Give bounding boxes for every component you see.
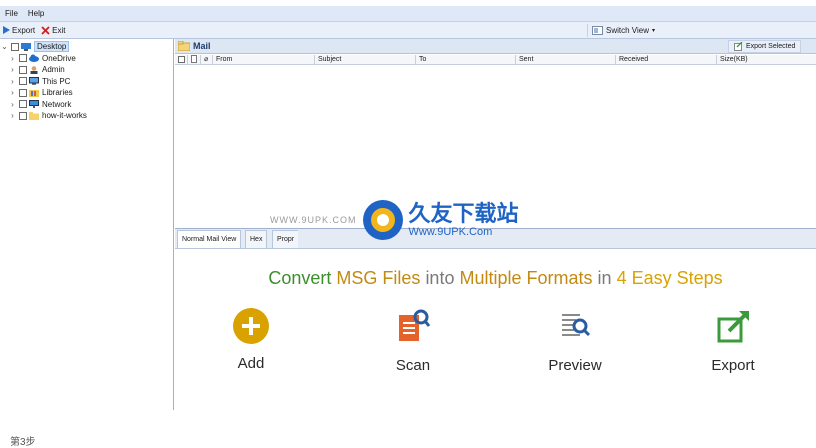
document-icon	[191, 55, 197, 63]
chevron-right-icon[interactable]: ›	[8, 111, 17, 120]
tree-item-label: how-it-works	[42, 111, 87, 120]
attachment-column[interactable]: ⌀	[200, 55, 212, 65]
step-scan: Scan	[353, 307, 473, 374]
tree-item-checkbox[interactable]	[19, 100, 27, 108]
watermark: WWW.9UPK.COM 久友下载站 Www.9UPK.Com	[270, 190, 570, 250]
column-received[interactable]: Received	[615, 55, 716, 65]
chevron-down-icon[interactable]: ⌄	[0, 42, 9, 51]
switch-view-button[interactable]: Switch View ▾	[587, 24, 659, 37]
add-icon	[233, 308, 269, 344]
preview-area: Normal Mail View Hex Propr Convert MSG F…	[175, 228, 816, 410]
step-preview: Preview	[515, 307, 635, 374]
app-window: File Help Export Exit Switch View ▾ ⌄ Des…	[0, 0, 816, 410]
watermark-site: WWW.9UPK.COM	[270, 215, 357, 225]
tab-hex[interactable]: Hex	[245, 230, 268, 248]
tree-item-onedrive[interactable]: › OneDrive	[8, 53, 76, 64]
caption: 第3步	[10, 437, 36, 448]
folder-tree-pane: ⌄ Desktop › OneDrive › Admin › This PC › Librarie…	[0, 39, 174, 410]
tree-item-label: Libraries	[42, 88, 73, 97]
watermark-text-block: 久友下载站 Www.9UPK.Com	[408, 201, 519, 239]
step-add-label: Add	[237, 355, 265, 372]
export-selected-icon	[734, 42, 743, 51]
headline-easy-steps: 4 Easy Steps	[616, 268, 723, 288]
chevron-right-icon[interactable]: ›	[8, 65, 17, 74]
column-sent[interactable]: Sent	[515, 55, 615, 65]
step-export: Export	[673, 307, 793, 374]
toolbar: Export Exit Switch View ▾	[0, 22, 816, 39]
paperclip-icon: ⌀	[204, 56, 209, 63]
tree-item-this-pc[interactable]: › This PC	[8, 76, 70, 87]
export-selected-label: Export Selected	[746, 43, 796, 50]
tree-item-label: Admin	[42, 65, 65, 74]
headline-in: in	[597, 268, 612, 288]
tree-item-checkbox[interactable]	[11, 42, 19, 51]
mail-column-header: ⌀ From Subject To Sent Received Size(KB)	[175, 55, 816, 65]
export-selected-button[interactable]: Export Selected	[728, 40, 802, 53]
headline-multiple-formats: Multiple Formats	[459, 268, 593, 288]
export-icon	[717, 311, 749, 343]
chevron-right-icon[interactable]: ›	[8, 88, 17, 97]
chevron-right-icon[interactable]: ›	[8, 77, 17, 86]
desktop-icon	[21, 42, 31, 51]
headline-into: into	[425, 268, 455, 288]
tree-item-desktop[interactable]: ⌄ Desktop	[0, 41, 70, 52]
mail-title: Mail	[193, 41, 211, 51]
select-all-checkbox[interactable]	[178, 56, 185, 63]
select-all-column[interactable]	[175, 55, 187, 65]
column-subject[interactable]: Subject	[314, 55, 415, 65]
preview-icon	[562, 314, 591, 337]
chevron-down-icon: ▾	[651, 28, 655, 34]
tree-item-libraries[interactable]: › Libraries	[8, 87, 73, 98]
headline-msg-files: MSG Files	[336, 268, 421, 288]
menu-bar: File Help	[0, 6, 816, 22]
tree-item-checkbox[interactable]	[19, 65, 27, 74]
menu-help[interactable]: Help	[23, 9, 49, 18]
tree-item-checkbox[interactable]	[19, 111, 27, 120]
headline-convert: Convert	[268, 268, 332, 288]
export-button-label: Export	[12, 25, 36, 35]
switch-view-icon	[592, 26, 603, 35]
exit-button[interactable]: Exit	[38, 26, 68, 35]
tree-item-label: OneDrive	[42, 53, 76, 63]
step-export-label: Export	[711, 357, 755, 374]
exit-button-label: Exit	[52, 25, 66, 35]
tree-item-checkbox[interactable]	[19, 54, 27, 62]
column-from[interactable]: From	[212, 55, 314, 65]
chevron-right-icon[interactable]: ›	[8, 100, 17, 109]
folder-icon	[29, 111, 39, 120]
tree-item-checkbox[interactable]	[19, 77, 27, 85]
library-icon	[29, 89, 39, 97]
watermark-url: Www.9UPK.Com	[408, 226, 493, 238]
tree-item-how-it-works[interactable]: › how-it-works	[8, 110, 87, 121]
chevron-right-icon[interactable]: ›	[8, 54, 17, 63]
mail-header: Mail Export Selected	[175, 39, 816, 54]
play-icon	[3, 26, 10, 34]
switch-view-label: Switch View	[606, 26, 649, 35]
column-size[interactable]: Size(KB)	[716, 55, 816, 65]
step-preview-label: Preview	[548, 357, 602, 374]
tree-item-checkbox[interactable]	[19, 88, 27, 97]
step-scan-label: Scan	[395, 357, 431, 374]
column-to[interactable]: To	[415, 55, 515, 65]
menu-file[interactable]: File	[0, 9, 23, 18]
monitor-icon	[29, 77, 39, 85]
watermark-logo-icon	[362, 200, 403, 240]
watermark-logo-text: 久友下载站	[408, 201, 519, 226]
tree-item-network[interactable]: › Network	[8, 99, 71, 110]
document-type-column[interactable]	[187, 55, 200, 65]
scan-icon	[399, 309, 431, 341]
steps-headline: Convert MSG Files into Multiple Formats …	[175, 268, 816, 289]
step-add: Add	[191, 307, 311, 372]
tree-item-label: This PC	[42, 76, 71, 86]
tab-normal-mail-view[interactable]: Normal Mail View	[177, 230, 242, 248]
tree-item-label: Network	[42, 99, 72, 109]
cloud-icon	[29, 54, 39, 62]
tree-item-admin[interactable]: › Admin	[8, 64, 65, 75]
network-icon	[29, 100, 39, 108]
close-icon	[41, 25, 50, 35]
user-icon	[29, 65, 39, 74]
tree-item-label: Desktop	[34, 41, 70, 52]
mail-folder-icon	[178, 41, 190, 51]
export-button[interactable]: Export	[0, 26, 38, 35]
